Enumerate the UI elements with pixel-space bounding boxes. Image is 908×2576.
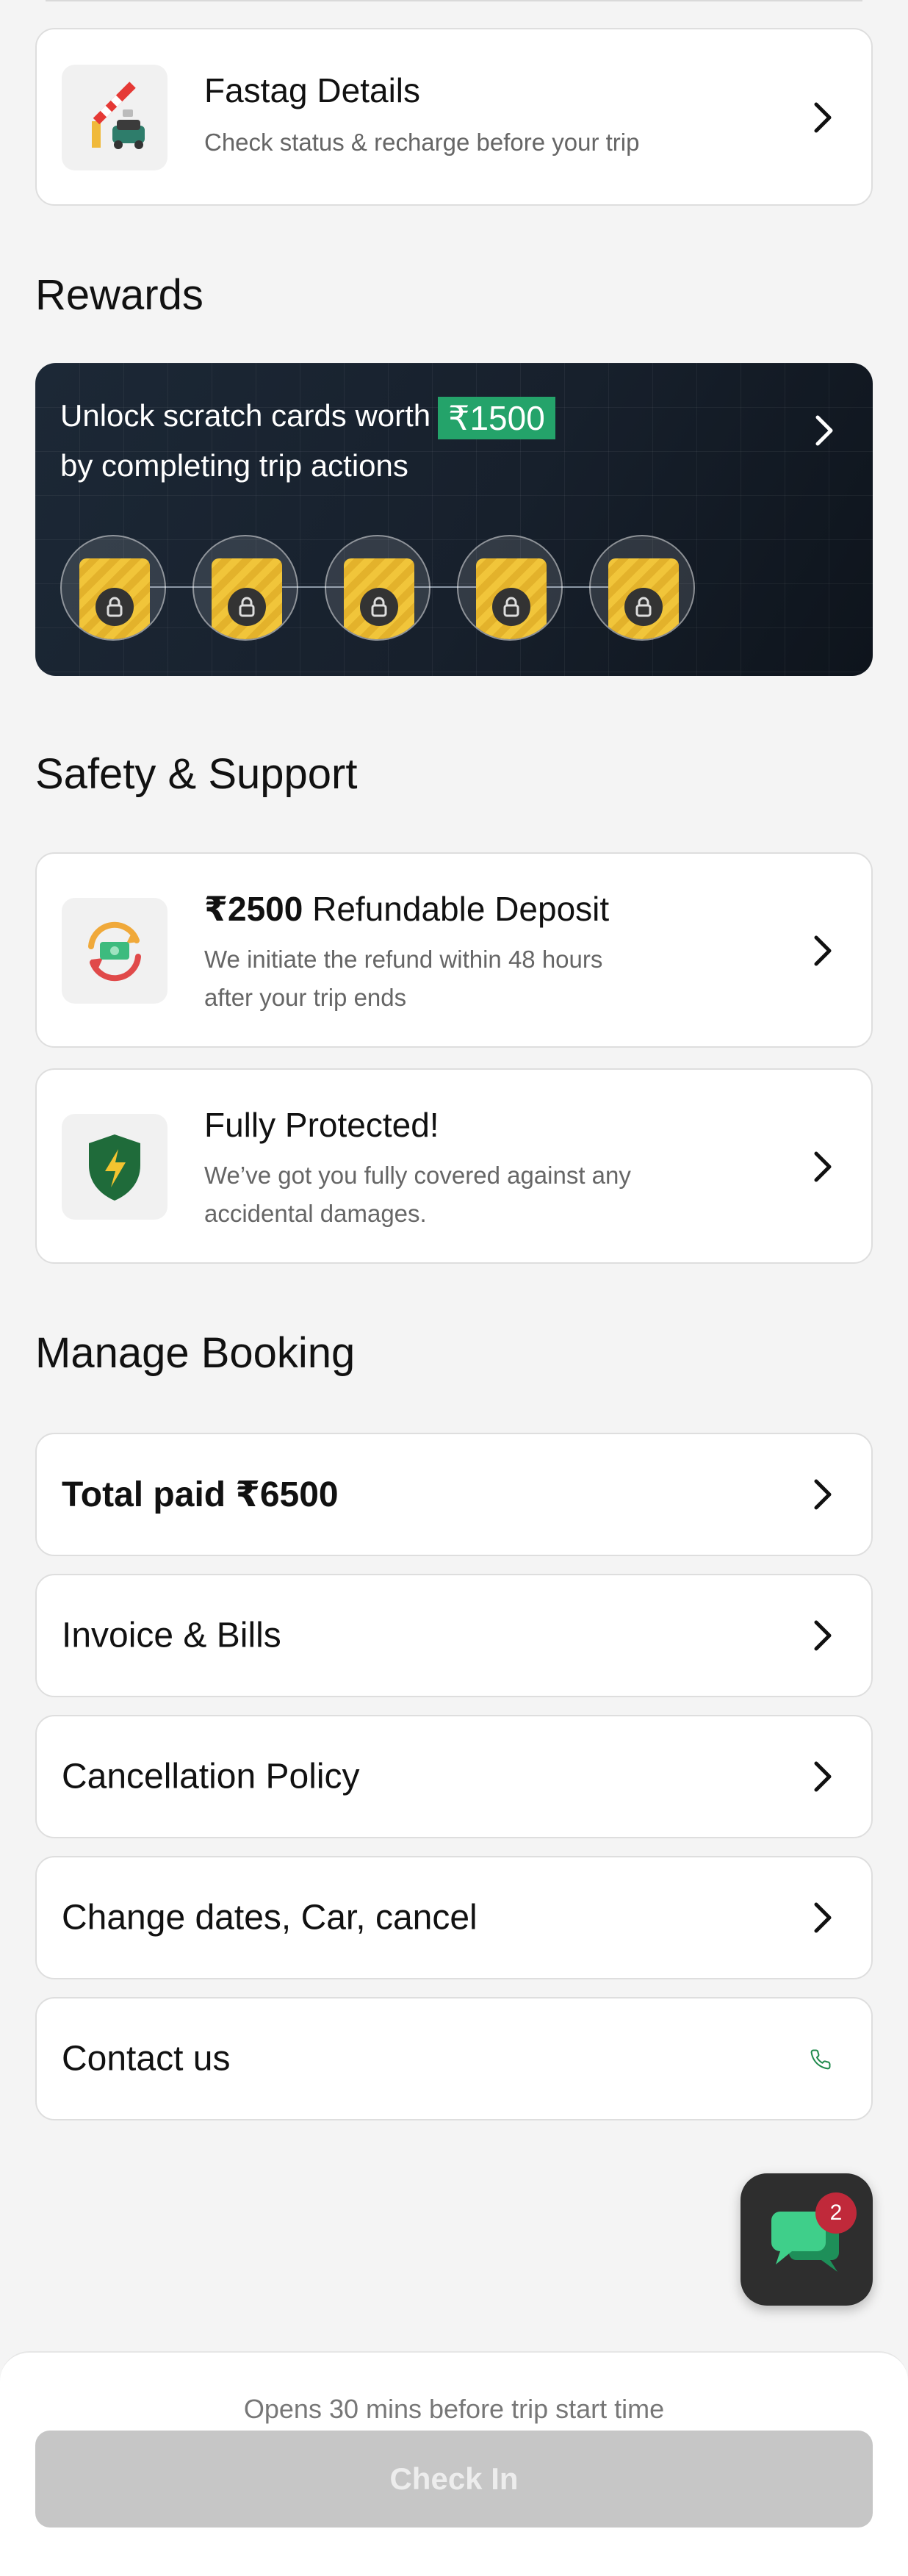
- lock-icon: [228, 588, 266, 626]
- lock-icon: [624, 588, 663, 626]
- manage-section-title: Manage Booking: [35, 1329, 356, 1377]
- chevron-right-icon: [808, 1620, 837, 1651]
- safety-section-title: Safety & Support: [35, 750, 358, 798]
- deposit-subtitle-line1: We initiate the refund within 48 hours: [204, 946, 603, 973]
- rewards-banner[interactable]: Unlock scratch cards worth ₹1500 by compl…: [35, 363, 873, 676]
- scratch-card-locked[interactable]: [60, 535, 166, 641]
- cancellation-policy-label: Cancellation Policy: [62, 1757, 360, 1796]
- check-in-button[interactable]: Check In: [35, 2431, 873, 2528]
- scratch-card-locked[interactable]: [192, 535, 298, 641]
- total-paid-row[interactable]: Total paid ₹6500: [35, 1433, 873, 1556]
- top-divider: [46, 0, 862, 1]
- fastag-card[interactable]: Fastag Details Check status & recharge b…: [35, 28, 873, 206]
- invoice-bills-row[interactable]: Invoice & Bills: [35, 1574, 873, 1697]
- change-booking-label: Change dates, Car, cancel: [62, 1898, 478, 1938]
- bottom-action-bar: Opens 30 mins before trip start time Che…: [0, 2351, 908, 2576]
- cancellation-policy-row[interactable]: Cancellation Policy: [35, 1715, 873, 1838]
- deposit-subtitle-line2: after your trip ends: [204, 984, 407, 1011]
- rewards-subline: by completing trip actions: [60, 448, 408, 483]
- fastag-subtitle: Check status & recharge before your trip: [204, 129, 640, 156]
- protection-card[interactable]: Fully Protected! We’ve got you fully cov…: [35, 1068, 873, 1264]
- contact-us-label: Contact us: [62, 2039, 231, 2079]
- lock-icon: [96, 588, 134, 626]
- chevron-right-icon: [808, 935, 837, 966]
- chevron-right-icon: [810, 415, 839, 446]
- fastag-title: Fastag Details: [204, 71, 421, 109]
- refund-cycle-icon: [62, 898, 167, 1004]
- total-paid-label: Total paid ₹6500: [62, 1475, 339, 1514]
- protection-subtitle-line1: We’ve got you fully covered against any: [204, 1162, 631, 1189]
- deposit-title-text: Refundable Deposit: [312, 890, 610, 928]
- deposit-amount: ₹2500: [204, 890, 303, 928]
- lock-icon: [492, 588, 530, 626]
- rewards-headline: Unlock scratch cards worth ₹1500: [60, 397, 555, 439]
- chevron-right-icon: [808, 1151, 837, 1182]
- deposit-card[interactable]: ₹2500 Refundable Deposit We initiate the…: [35, 852, 873, 1048]
- protection-subtitle-line2: accidental damages.: [204, 1200, 427, 1227]
- chevron-right-icon: [808, 1479, 837, 1510]
- shield-bolt-icon: [62, 1114, 167, 1220]
- chevron-right-icon: [808, 1902, 837, 1933]
- rewards-section-title: Rewards: [35, 271, 203, 319]
- invoice-bills-label: Invoice & Bills: [62, 1616, 281, 1655]
- scratch-card-locked[interactable]: [325, 535, 430, 641]
- checkin-opens-note: Opens 30 mins before trip start time: [243, 2394, 665, 2424]
- deposit-title: ₹2500 Refundable Deposit: [204, 889, 609, 929]
- scratch-card-locked[interactable]: [457, 535, 563, 641]
- chat-button[interactable]: 2: [741, 2173, 873, 2306]
- scratch-card-locked[interactable]: [589, 535, 695, 641]
- chevron-right-icon: [808, 1761, 837, 1792]
- contact-us-row[interactable]: Contact us: [35, 1997, 873, 2120]
- toll-barrier-icon: [62, 65, 167, 170]
- protection-title: Fully Protected!: [204, 1106, 439, 1144]
- chevron-right-icon: [808, 102, 837, 133]
- chat-unread-badge: 2: [815, 2192, 857, 2234]
- lock-icon: [360, 588, 398, 626]
- rewards-headline-text: Unlock scratch cards worth: [60, 398, 431, 433]
- phone-icon: [798, 2037, 843, 2082]
- rewards-amount-badge: ₹1500: [438, 397, 555, 439]
- change-booking-row[interactable]: Change dates, Car, cancel: [35, 1856, 873, 1979]
